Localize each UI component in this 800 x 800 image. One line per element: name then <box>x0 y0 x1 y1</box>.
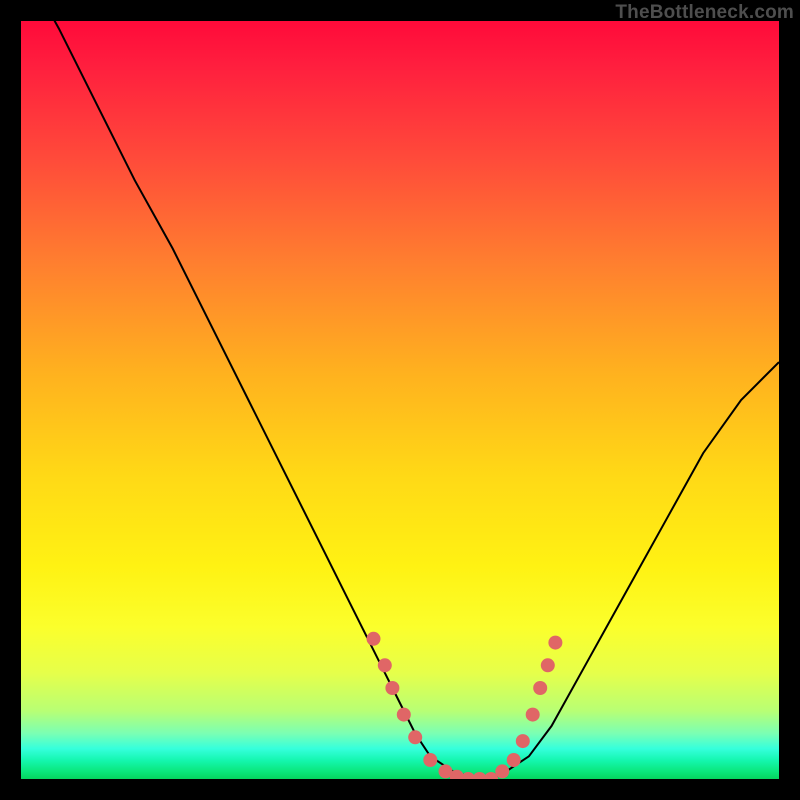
curve-marker <box>408 730 422 744</box>
plot-area <box>21 21 779 779</box>
curve-marker <box>516 734 530 748</box>
curve-marker <box>526 708 540 722</box>
curve-marker <box>385 681 399 695</box>
curve-marker <box>367 632 381 646</box>
curve-path <box>21 21 779 779</box>
curve-marker <box>423 753 437 767</box>
curve-marker <box>507 753 521 767</box>
curve-marker <box>378 658 392 672</box>
curve-marker <box>541 658 555 672</box>
bottleneck-curve <box>21 21 779 779</box>
curve-markers <box>367 632 563 779</box>
curve-marker <box>533 681 547 695</box>
curve-marker <box>397 708 411 722</box>
curve-marker <box>495 764 509 778</box>
curve-marker <box>548 636 562 650</box>
chart-frame <box>21 21 779 779</box>
chart-svg <box>21 21 779 779</box>
watermark-text: TheBottleneck.com <box>615 2 794 24</box>
